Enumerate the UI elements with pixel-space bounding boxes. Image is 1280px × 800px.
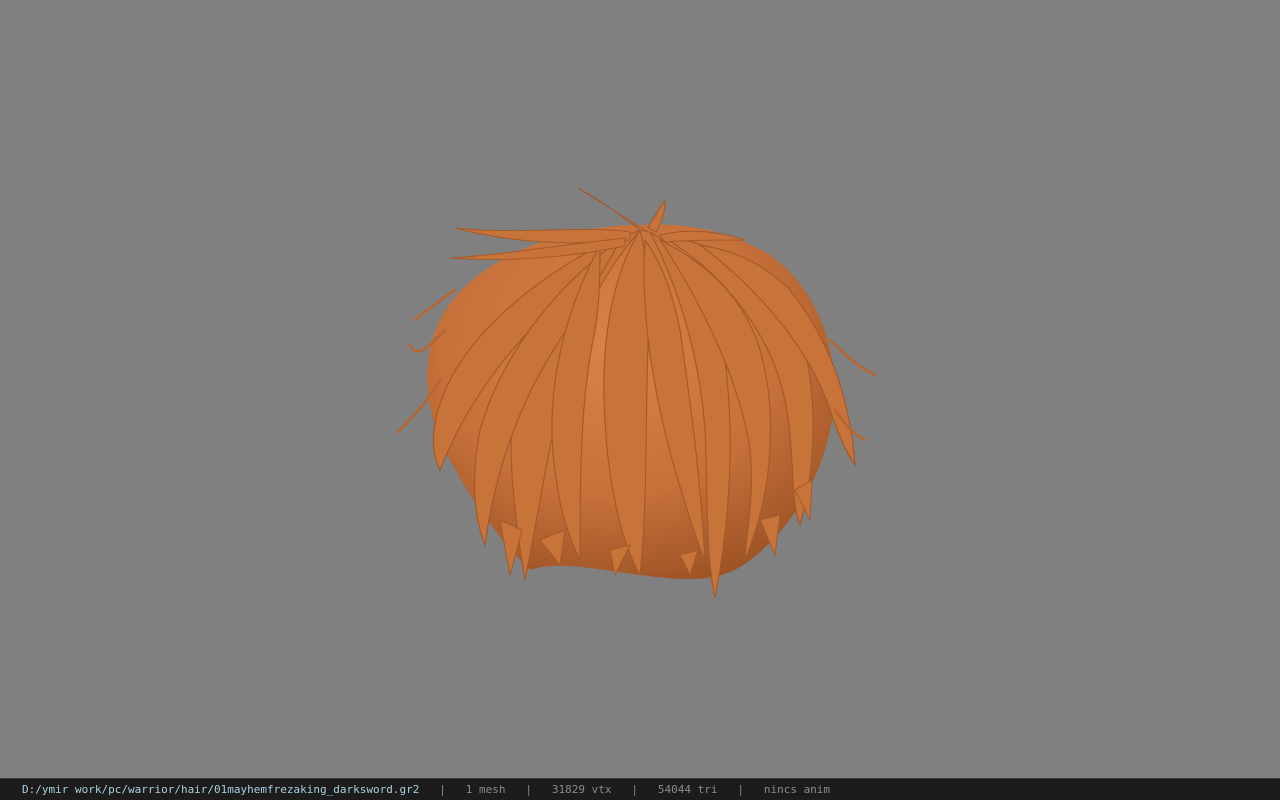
separator: | [737,783,744,796]
vertex-count: 31829 vtx [551,783,612,796]
separator: | [439,783,446,796]
mesh-count: 1 mesh [465,783,506,796]
status-bar: D:/ymir work/pc/warrior/hair/01mayhemfre… [0,778,1280,800]
triangle-count: 54044 tri [657,783,718,796]
3d-viewport[interactable] [0,0,1280,778]
hair-mesh-geometry [396,187,877,599]
hair-model [396,187,877,599]
separator: | [631,783,638,796]
separator: | [525,783,532,796]
anim-status: nincs anim [763,783,831,796]
file-path: D:/ymir work/pc/warrior/hair/01mayhemfre… [22,783,420,796]
